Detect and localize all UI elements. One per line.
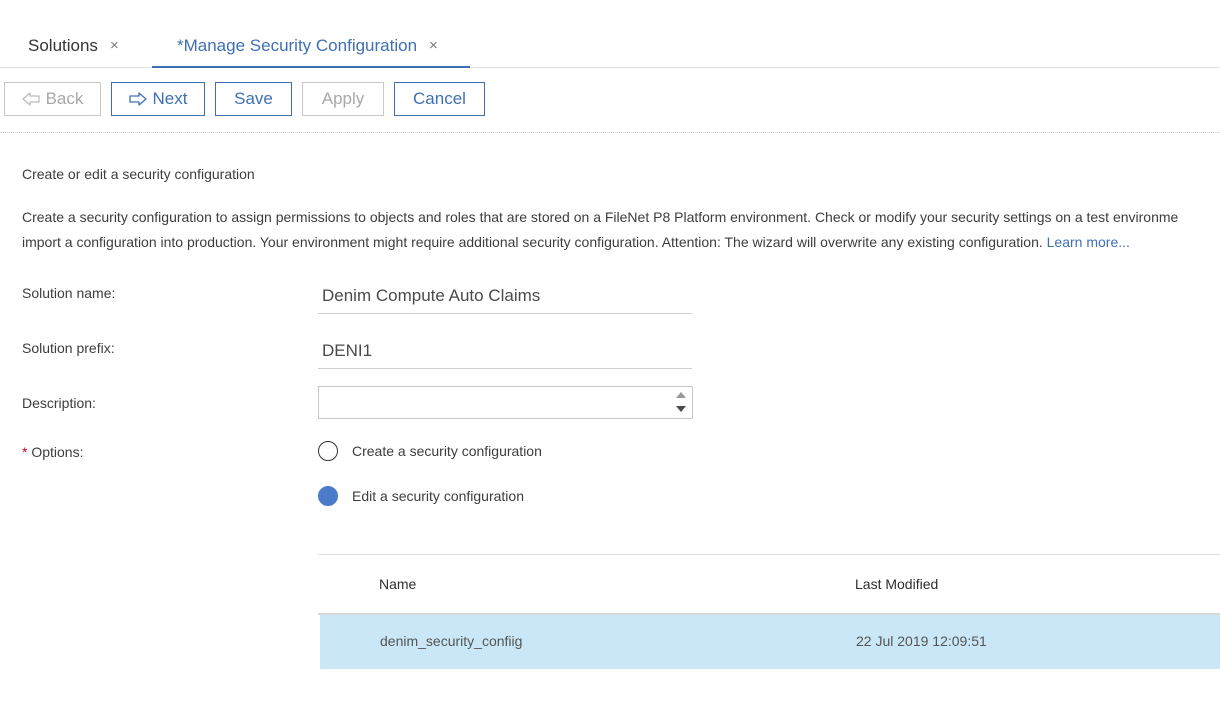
description-line-2-text: import a configuration into production. …	[22, 234, 1043, 250]
tab-solutions[interactable]: Solutions ×	[28, 36, 119, 67]
close-icon[interactable]: ×	[429, 36, 438, 56]
row-name-cell: denim_security_confiig	[380, 633, 523, 649]
description-line-1: Create a security configuration to assig…	[22, 209, 1179, 225]
tab-manage-security-configuration[interactable]: *Manage Security Configuration ×	[177, 36, 438, 67]
solution-prefix-label: Solution prefix:	[22, 340, 115, 356]
tab-manage-security-label: *Manage Security Configuration	[177, 36, 418, 55]
configurations-table: Name Last Modified denim_security_confii…	[318, 554, 1220, 669]
option-create-radio[interactable]: Create a security configuration	[318, 441, 542, 461]
option-create-label: Create a security configuration	[352, 443, 542, 459]
chevron-up-icon[interactable]	[676, 392, 686, 398]
option-edit-radio[interactable]: Edit a security configuration	[318, 486, 524, 506]
tab-bar: Solutions × *Manage Security Configuratio…	[0, 0, 1220, 68]
table-row[interactable]: denim_security_confiig 22 Jul 2019 12:09…	[320, 615, 1220, 669]
active-tab-indicator	[152, 66, 470, 68]
apply-button-label: Apply	[321, 89, 365, 108]
page-title: Create or edit a security configuration	[22, 166, 255, 182]
apply-button[interactable]: Apply	[302, 82, 384, 116]
options-label: * Options:	[22, 444, 83, 460]
column-header-last-modified[interactable]: Last Modified	[855, 576, 938, 592]
next-button[interactable]: Next	[111, 82, 205, 116]
options-label-text: Options:	[31, 444, 84, 460]
save-button-label: Save	[234, 89, 273, 108]
learn-more-link[interactable]: Learn more...	[1047, 234, 1130, 250]
save-button[interactable]: Save	[215, 82, 292, 116]
description-textarea[interactable]	[318, 386, 693, 419]
page-description: Create a security configuration to assig…	[22, 205, 1220, 255]
arrow-left-icon	[21, 92, 40, 106]
tab-solutions-label: Solutions	[28, 36, 98, 55]
table-header: Name Last Modified	[318, 555, 1220, 615]
column-header-name[interactable]: Name	[379, 576, 416, 592]
close-icon[interactable]: ×	[110, 36, 119, 56]
back-button-label: Back	[45, 89, 84, 108]
row-modified-cell: 22 Jul 2019 12:09:51	[856, 633, 987, 649]
chevron-down-icon[interactable]	[676, 406, 686, 412]
solution-name-field[interactable]: Denim Compute Auto Claims	[318, 281, 692, 314]
solution-prefix-field[interactable]: DENI1	[318, 336, 692, 369]
radio-unselected-icon[interactable]	[318, 441, 338, 461]
option-edit-label: Edit a security configuration	[352, 488, 524, 504]
scroll-spinner[interactable]	[674, 389, 688, 416]
wizard-toolbar: Back Next Save Apply Cancel	[0, 82, 1220, 133]
arrow-right-icon	[128, 92, 147, 106]
cancel-button-label: Cancel	[413, 89, 466, 108]
description-label: Description:	[22, 395, 96, 411]
back-button[interactable]: Back	[4, 82, 101, 116]
solution-name-label: Solution name:	[22, 285, 116, 301]
next-button-label: Next	[152, 89, 188, 108]
radio-selected-icon[interactable]	[318, 486, 338, 506]
required-marker: *	[22, 444, 28, 460]
cancel-button[interactable]: Cancel	[394, 82, 485, 116]
description-line-2: import a configuration into production. …	[22, 230, 1220, 255]
